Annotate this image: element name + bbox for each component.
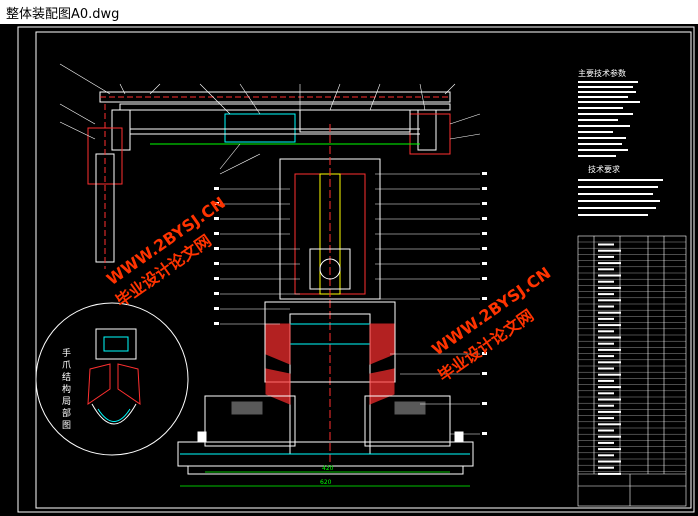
parts-row-text — [598, 466, 614, 469]
parts-row-text — [598, 311, 621, 314]
parts-row-text — [598, 249, 621, 252]
parts-row-text — [598, 280, 614, 283]
top-arm — [99, 91, 451, 155]
parts-row-text — [598, 299, 621, 302]
window-title: 整体装配图A0.dwg — [6, 7, 120, 22]
parts-row-text — [598, 392, 614, 395]
parts-row-text — [598, 460, 621, 463]
parts-row-text — [598, 305, 614, 308]
parts-row-text — [598, 379, 614, 382]
parts-row-text — [598, 342, 614, 345]
parts-row-text — [598, 286, 621, 289]
parts-row-text — [598, 398, 621, 401]
svg-text:局: 局 — [62, 396, 71, 407]
parts-row-text — [598, 255, 614, 258]
cad-drawing: 420 620 手 爪 结 构 局 部 图 主要技术参数 技术要求 WWW.2B… — [17, 26, 695, 513]
parts-row-text — [598, 472, 621, 475]
left-cylinder — [87, 104, 123, 269]
gripper-detail — [35, 302, 189, 456]
parts-row-text — [598, 361, 621, 364]
tech-params-lines — [578, 81, 640, 157]
parts-row-text — [598, 404, 614, 407]
parts-row-text — [598, 386, 621, 389]
cad-viewport[interactable]: 420 620 手 爪 结 构 局 部 图 主要技术参数 技术要求 WWW.2B… — [0, 24, 698, 516]
tech-req-lines — [578, 179, 663, 216]
parts-row-text — [598, 268, 614, 271]
dim-main: 420 — [322, 465, 334, 472]
dim-overall: 620 — [320, 479, 332, 486]
parts-row-text — [598, 410, 621, 413]
parts-row-text — [598, 367, 614, 370]
parts-row-text — [598, 454, 614, 457]
watermark-2: WWW.2BYSJ.CN 毕业设计论文网 — [428, 263, 554, 385]
parts-row-text — [598, 243, 614, 246]
window-titlebar: 整体装配图A0.dwg — [0, 0, 698, 24]
svg-text:构: 构 — [62, 383, 71, 395]
parts-row-text — [598, 330, 614, 333]
parts-row-text — [598, 293, 614, 296]
parts-row-text — [598, 355, 614, 358]
parts-row-text — [598, 423, 621, 426]
watermark-1: WWW.2BYSJ.CN 毕业设计论文网 — [103, 193, 229, 311]
parts-row-text — [598, 448, 621, 451]
parts-row-text — [598, 262, 621, 265]
parts-row-text — [598, 373, 621, 376]
svg-text:手: 手 — [62, 347, 71, 359]
svg-text:结: 结 — [62, 371, 71, 383]
parts-list-table — [577, 235, 687, 507]
svg-text:部: 部 — [62, 407, 71, 419]
svg-text:爪: 爪 — [62, 360, 71, 371]
parts-row-text — [598, 429, 614, 432]
parts-row-text — [598, 324, 621, 327]
tech-params-title: 主要技术参数 — [578, 68, 626, 78]
parts-row-text — [598, 435, 621, 438]
parts-row-text — [598, 317, 614, 320]
detail-label: 手 爪 结 构 局 部 图 — [62, 347, 71, 431]
tech-req-title: 技术要求 — [588, 164, 620, 174]
parts-row-text — [598, 348, 621, 351]
parts-row-text — [598, 441, 614, 444]
parts-row-text — [598, 274, 621, 277]
parts-row-text — [598, 417, 614, 420]
base-housing — [177, 395, 474, 475]
svg-text:图: 图 — [62, 420, 71, 431]
parts-row-text — [598, 336, 621, 339]
